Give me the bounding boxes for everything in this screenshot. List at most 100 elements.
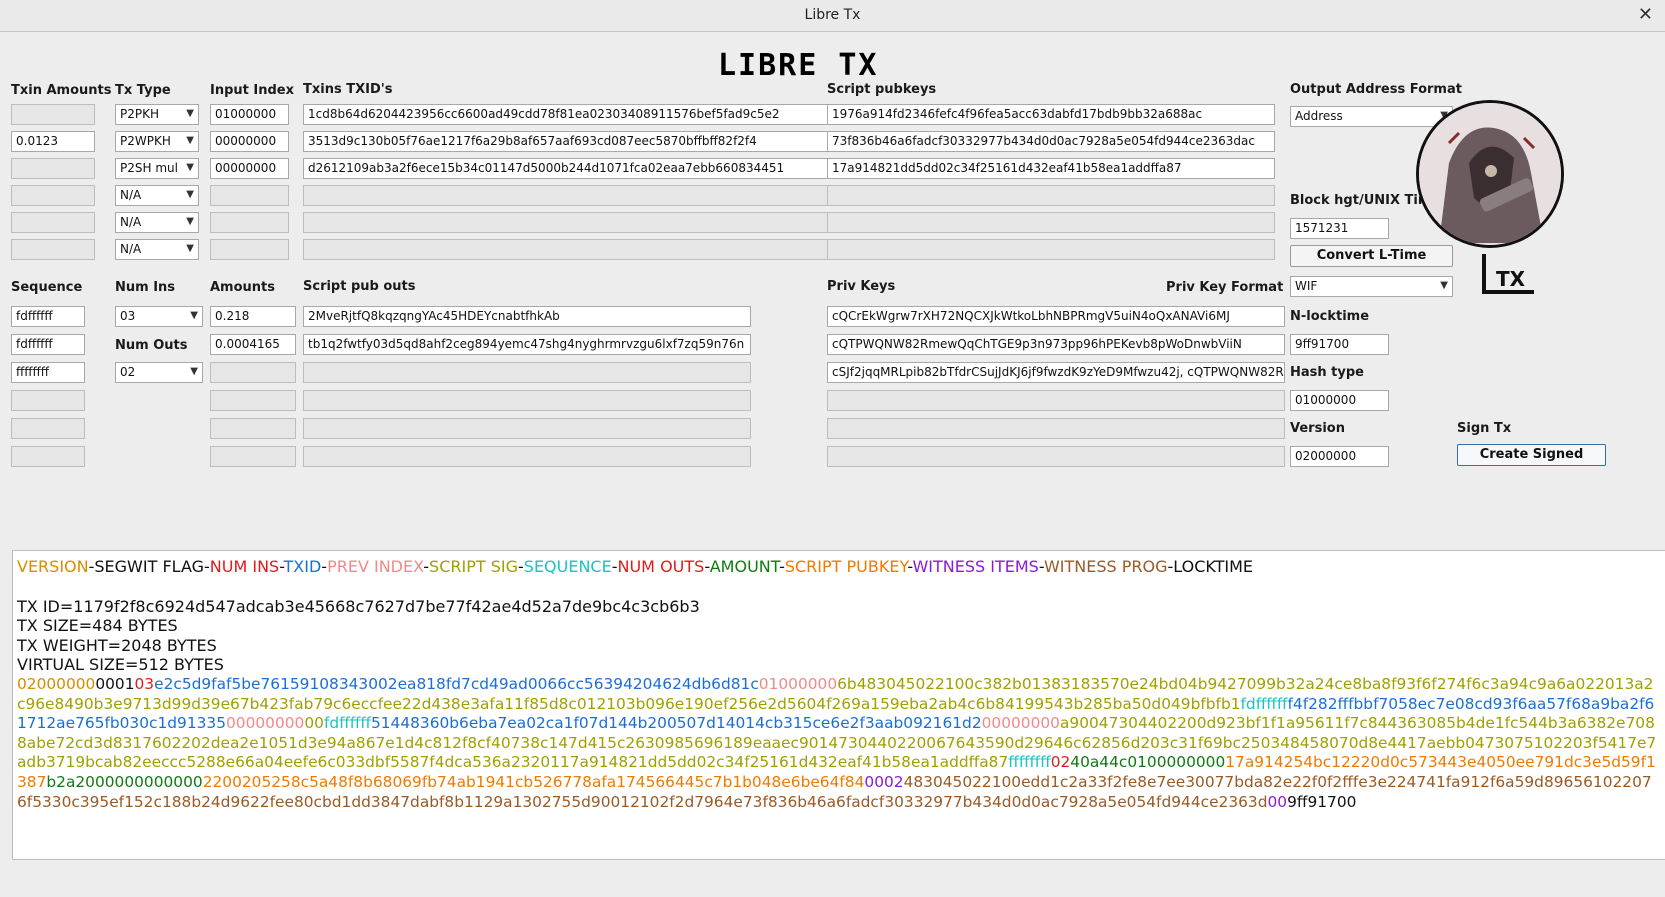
output-amount-field[interactable]: 0.218 <box>210 306 296 327</box>
hex-segment: fdffffff <box>323 714 371 733</box>
input-index-field[interactable] <box>210 185 289 206</box>
chevron-down-icon: ▼ <box>190 366 198 377</box>
legend-item: WITNESS PROG <box>1043 557 1168 576</box>
input-index-field[interactable]: 01000000 <box>210 104 289 125</box>
tx-weight: TX WEIGHT=2048 BYTES <box>17 635 217 655</box>
input-index-field[interactable]: 00000000 <box>210 158 289 179</box>
hex-segment: 0002 <box>864 772 904 791</box>
input-index-field[interactable] <box>210 212 289 233</box>
tx-type-select[interactable]: P2WPKH ▼ <box>115 131 199 152</box>
txid-field[interactable]: 1cd8b64d6204423956cc6600ad49cdd78f81ea02… <box>303 104 828 125</box>
input-index-field[interactable]: 00000000 <box>210 131 289 152</box>
convert-ltime-button[interactable]: Convert L-Time <box>1290 245 1453 267</box>
txin-amount-field[interactable] <box>11 185 95 206</box>
txin-amount-field[interactable] <box>11 158 95 179</box>
txin-amount-field[interactable] <box>11 212 95 233</box>
n-locktime-field[interactable]: 9ff91700 <box>1290 334 1389 355</box>
script-pubkey-field[interactable] <box>827 239 1275 260</box>
tx-vsize: VIRTUAL SIZE=512 BYTES <box>17 655 224 675</box>
priv-key-field[interactable]: cSJf2jqqMRLpib82bTfdrCSujJdKJ6jf9fwzdK9z… <box>827 362 1285 383</box>
script-pubkey-field[interactable] <box>827 212 1275 233</box>
txin-amount-field[interactable] <box>11 104 95 125</box>
script-pub-out-field[interactable]: tb1q2fwtfy03d5qd8ahf2ceg894yemc47shg4nyg… <box>303 334 751 355</box>
legend-item: LOCKTIME <box>1173 557 1254 576</box>
sequence-field[interactable]: fdffffff <box>11 306 85 327</box>
priv-key-field[interactable]: cQTPWQNW82RmewQqChTGE9p3n973pp96hPEKevb8… <box>827 334 1285 355</box>
script-pub-out-field[interactable]: 2MveRjtfQ8kqzqngYAc45HDEYcnabtfhkAb <box>303 306 751 327</box>
priv-key-format-select[interactable]: WIF ▼ <box>1290 276 1453 297</box>
num-outs-select[interactable]: 02 ▼ <box>115 362 203 383</box>
sequence-field[interactable]: fdffffff <box>11 334 85 355</box>
label-script-pub-outs: Script pub outs <box>303 279 416 294</box>
chevron-down-icon: ▼ <box>190 310 198 321</box>
output-amount-field[interactable] <box>210 362 296 383</box>
label-num-ins: Num Ins <box>115 280 176 295</box>
script-pub-out-field[interactable] <box>303 362 751 383</box>
legend-item: WITNESS ITEMS <box>912 557 1039 576</box>
input-index-field[interactable] <box>210 239 289 260</box>
script-pubkey-field[interactable]: 1976a914fd2346fefc4f96fea5acc63dabfd17bd… <box>827 104 1275 125</box>
legend-item: NUM INS <box>209 557 280 576</box>
libre-tx-mini-logo: TX <box>1482 254 1534 294</box>
chevron-down-icon: ▼ <box>186 162 194 173</box>
hex-segment: 00 <box>1267 792 1288 811</box>
title-bar: Libre Tx ✕ <box>0 0 1665 32</box>
close-icon[interactable]: ✕ <box>1638 4 1653 25</box>
txin-amount-field[interactable]: 0.0123 <box>11 131 95 152</box>
txid-field[interactable]: d2612109ab3a2f6ece15b34c01147d5000b244d1… <box>303 158 828 179</box>
txid-field[interactable] <box>303 212 828 233</box>
tx-type-select[interactable]: N/A ▼ <box>115 239 199 260</box>
hex-segment: 0001 <box>95 674 135 693</box>
priv-key-field[interactable] <box>827 390 1285 411</box>
hex-segment: e2c5d9faf5be76159108343002ea818fd7cd49ad… <box>154 674 759 693</box>
txid-field[interactable] <box>303 239 828 260</box>
legend-item: NUM OUTS <box>617 557 705 576</box>
num-ins-select[interactable]: 03 ▼ <box>115 306 203 327</box>
output-amount-field[interactable] <box>210 418 296 439</box>
hex-segment: 40a44c0100000000 <box>1070 753 1226 772</box>
tx-type-value: P2WPKH <box>120 134 171 148</box>
txid-field[interactable] <box>303 185 828 206</box>
legend-item: AMOUNT <box>709 557 780 576</box>
sequence-field[interactable]: ffffffff <box>11 362 85 383</box>
script-pub-out-field[interactable] <box>303 446 751 467</box>
hex-segment: 2200205258c5a48f8b68069fb74ab1941cb52677… <box>202 772 865 791</box>
output-address-format-select[interactable]: Address ▼ <box>1290 106 1453 127</box>
script-pubkey-field[interactable]: 17a914821dd5dd02c34f25161d432eaf41b58ea1… <box>827 158 1275 179</box>
hex-segment: 02000000 <box>17 674 96 693</box>
hash-type-field[interactable]: 01000000 <box>1290 390 1389 411</box>
tx-type-select[interactable]: N/A ▼ <box>115 212 199 233</box>
label-tx-type: Tx Type <box>115 83 171 98</box>
chevron-down-icon: ▼ <box>186 216 194 227</box>
chevron-down-icon: ▼ <box>186 108 194 119</box>
sequence-field[interactable] <box>11 390 85 411</box>
txin-amount-field[interactable] <box>11 239 95 260</box>
script-pubkey-field[interactable]: 73f836b46a6fadcf30332977b434d0d0ac7928a5… <box>827 131 1275 152</box>
output-amount-field[interactable] <box>210 446 296 467</box>
script-pubkey-field[interactable] <box>827 185 1275 206</box>
output-amount-field[interactable]: 0.0004165 <box>210 334 296 355</box>
legend-item: VERSION <box>17 557 89 576</box>
hex-segment: ffffffff <box>1008 753 1051 772</box>
output-address-format-value: Address <box>1295 109 1343 123</box>
output-amount-field[interactable] <box>210 390 296 411</box>
sequence-field[interactable] <box>11 418 85 439</box>
sequence-field[interactable] <box>11 446 85 467</box>
version-field[interactable]: 02000000 <box>1290 446 1389 467</box>
label-version: Version <box>1290 421 1345 436</box>
create-signed-button[interactable]: Create Signed <box>1457 444 1606 466</box>
hex-segment: 00 <box>304 714 324 733</box>
tx-type-select[interactable]: P2PKH ▼ <box>115 104 199 125</box>
tx-type-select[interactable]: N/A ▼ <box>115 185 199 206</box>
script-pub-out-field[interactable] <box>303 390 751 411</box>
window-title: Libre Tx <box>804 7 861 23</box>
hex-segment: 00000000 <box>981 714 1060 733</box>
block-hgt-field[interactable]: 1571231 <box>1290 218 1389 239</box>
tx-id: TX ID=1179f2f8c6924d547adcab3e45668c7627… <box>17 596 700 616</box>
priv-key-field[interactable] <box>827 446 1285 467</box>
script-pub-out-field[interactable] <box>303 418 751 439</box>
priv-key-field[interactable] <box>827 418 1285 439</box>
priv-key-field[interactable]: cQCrEkWgrw7rXH72NQCXJkWtkoLbhNBPRmgV5uiN… <box>827 306 1285 327</box>
tx-type-select[interactable]: P2SH mul ▼ <box>115 158 199 179</box>
txid-field[interactable]: 3513d9c130b05f76ae1217f6a29b8af657aaf693… <box>303 131 828 152</box>
